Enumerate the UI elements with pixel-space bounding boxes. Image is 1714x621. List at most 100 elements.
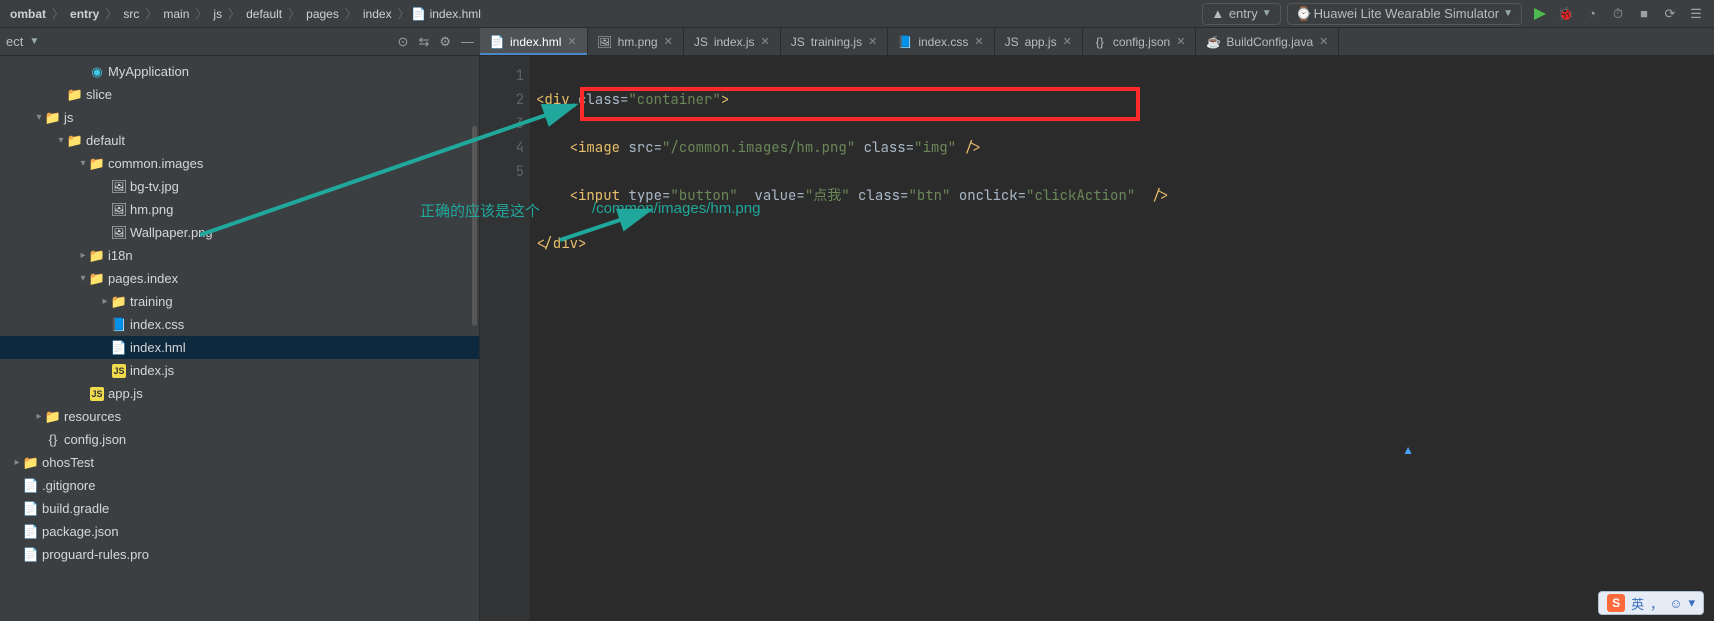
folder-icon: 📁 (90, 272, 104, 286)
tab-label: hm.png (618, 35, 658, 49)
tree-item-config-json[interactable]: {}config.json (0, 428, 479, 451)
breadcrumb-item[interactable]: src (119, 5, 143, 23)
tab-training-js[interactable]: JStraining.js✕ (781, 28, 889, 55)
close-icon[interactable]: ✕ (1063, 35, 1072, 48)
tree-arrow[interactable] (76, 158, 90, 169)
tab-index-css[interactable]: 📘index.css✕ (888, 28, 994, 55)
tree-label: build.gradle (42, 501, 109, 516)
folder-icon: 📁 (112, 295, 126, 309)
breadcrumb: ombat〉 entry〉 src〉 main〉 js〉 default〉 pa… (6, 5, 485, 23)
tree-item-index-css[interactable]: 📘index.css (0, 313, 479, 336)
close-icon[interactable]: ✕ (868, 35, 877, 48)
tree-arrow[interactable] (32, 411, 46, 422)
js-icon: JS (112, 364, 126, 378)
settings-icon[interactable]: ⚙ (439, 34, 451, 50)
profile-button[interactable]: ⏱ (1610, 6, 1626, 22)
run-button[interactable] (1532, 6, 1548, 22)
tab-BuildConfig-java[interactable]: ☕BuildConfig.java✕ (1196, 28, 1339, 55)
tree-item-resources[interactable]: 📁resources (0, 405, 479, 428)
tree-item-index-hml[interactable]: 📄 index.hml (0, 336, 479, 359)
tree-arrow[interactable] (76, 273, 90, 284)
project-view-selector[interactable]: ect (6, 34, 23, 49)
tab-label: index.js (714, 35, 755, 49)
tree-arrow[interactable] (76, 250, 90, 261)
tree-arrow[interactable] (54, 135, 68, 146)
tree-item-index-js[interactable]: JSindex.js (0, 359, 479, 382)
close-icon[interactable]: ✕ (1176, 35, 1185, 48)
breadcrumb-item[interactable]: ombat (6, 5, 50, 23)
close-icon[interactable]: ✕ (664, 35, 673, 48)
breadcrumb-item[interactable]: js (209, 5, 226, 23)
debug-button[interactable]: 🐞 (1558, 6, 1574, 22)
collapse-button[interactable]: — (461, 34, 474, 49)
breadcrumb-item[interactable]: main (159, 5, 193, 23)
project-tree[interactable]: ◉MyApplication📁slice📁js📁default📁common.i… (0, 56, 479, 621)
tree-item-bg-tv-jpg[interactable]: 🖼bg-tv.jpg (0, 175, 479, 198)
tree-label: config.json (64, 432, 126, 447)
expand-button[interactable]: ⇆ (418, 34, 429, 50)
close-icon[interactable]: ✕ (761, 35, 770, 48)
tree-label: index.hml (130, 340, 186, 355)
tree-item--gitignore[interactable]: 📄.gitignore (0, 474, 479, 497)
file-icon: 📄 (24, 502, 38, 516)
ime-lang[interactable]: 英 (1631, 594, 1644, 613)
editor-gutter: 1 2 3 4 5 (480, 56, 530, 621)
breadcrumb-item[interactable]: index (359, 5, 396, 23)
tree-item-MyApplication[interactable]: ◉MyApplication (0, 60, 479, 83)
tab-config-json[interactable]: {}config.json✕ (1083, 28, 1197, 55)
tab-label: training.js (811, 35, 862, 49)
tab-label: index.css (918, 35, 968, 49)
tree-item-ohosTest[interactable]: 📁 ohosTest (0, 451, 479, 474)
tree-arrow[interactable] (10, 457, 24, 468)
tree-item-js[interactable]: 📁js (0, 106, 479, 129)
tree-item-slice[interactable]: 📁slice (0, 83, 479, 106)
tree-item-training[interactable]: 📁training (0, 290, 479, 313)
file-icon: 📄 (24, 479, 38, 493)
close-icon[interactable]: ✕ (567, 35, 576, 48)
stop-button[interactable]: ■ (1636, 6, 1652, 22)
run-module-selector[interactable]: ▲ entry ▼ (1202, 3, 1281, 25)
tab-index-js[interactable]: JS index.js ✕ (684, 28, 781, 55)
tab-app-js[interactable]: JSapp.js✕ (995, 28, 1083, 55)
json-file-icon: {} (1093, 35, 1107, 49)
tree-item-Wallpaper-png[interactable]: 🖼Wallpaper.png (0, 221, 479, 244)
ime-toolbar[interactable]: S 英 ， ☺ ▾ (1598, 591, 1704, 615)
tree-item-proguard-rules-pro[interactable]: 📄proguard-rules.pro (0, 543, 479, 566)
ime-menu-icon[interactable]: ▾ (1688, 595, 1695, 611)
close-icon[interactable]: ✕ (974, 35, 983, 48)
more-button[interactable]: ☰ (1688, 6, 1704, 22)
tab-hm-png[interactable]: 🖼hm.png✕ (588, 28, 684, 55)
sync-button[interactable]: ⟳ (1662, 6, 1678, 22)
folder-icon: 📁 (46, 111, 60, 125)
tree-item-i18n[interactable]: 📁i18n (0, 244, 479, 267)
folder-icon: 📁 (24, 456, 38, 470)
breadcrumb-item[interactable]: pages (302, 5, 343, 23)
run-device-selector[interactable]: ⌚ Huawei Lite Wearable Simulator ▼ (1287, 3, 1522, 25)
tree-item-hm-png[interactable]: 🖼hm.png (0, 198, 479, 221)
breadcrumb-item[interactable]: index.hml (426, 5, 485, 23)
code-editor[interactable]: 1 2 3 4 5 <div class="container"> <image… (480, 56, 1714, 621)
tree-label: ohosTest (42, 455, 94, 470)
ime-emoji-icon[interactable]: ☺ (1669, 596, 1682, 611)
tree-item-common-images[interactable]: 📁common.images (0, 152, 479, 175)
close-icon[interactable]: ✕ (1319, 35, 1328, 48)
coverage-button[interactable]: ◔ (1584, 6, 1600, 22)
tree-arrow[interactable] (32, 112, 46, 123)
tree-item-package-json[interactable]: 📄package.json (0, 520, 479, 543)
tree-item-pages-index[interactable]: 📁pages.index (0, 267, 479, 290)
tree-item-app-js[interactable]: JSapp.js (0, 382, 479, 405)
folder-icon: 📁 (68, 88, 82, 102)
tree-item-default[interactable]: 📁default (0, 129, 479, 152)
tree-arrow[interactable] (98, 296, 112, 307)
tab-index-hml[interactable]: 📄index.hml✕ (480, 28, 588, 55)
js-file-icon: JS (1005, 35, 1019, 49)
scrollbar-thumb[interactable] (472, 126, 477, 326)
hml-icon: 📄 (112, 341, 126, 355)
tree-item-build-gradle[interactable]: 📄 build.gradle (0, 497, 479, 520)
locate-button[interactable]: ⊙ (398, 34, 409, 50)
indicator-icon: ▲ (1402, 443, 1414, 457)
breadcrumb-item[interactable]: default (242, 5, 286, 23)
js-file-icon: JS (694, 35, 708, 49)
breadcrumb-item[interactable]: entry (66, 5, 103, 23)
code-area[interactable]: <div class="container"> <image src="/com… (530, 56, 1714, 621)
